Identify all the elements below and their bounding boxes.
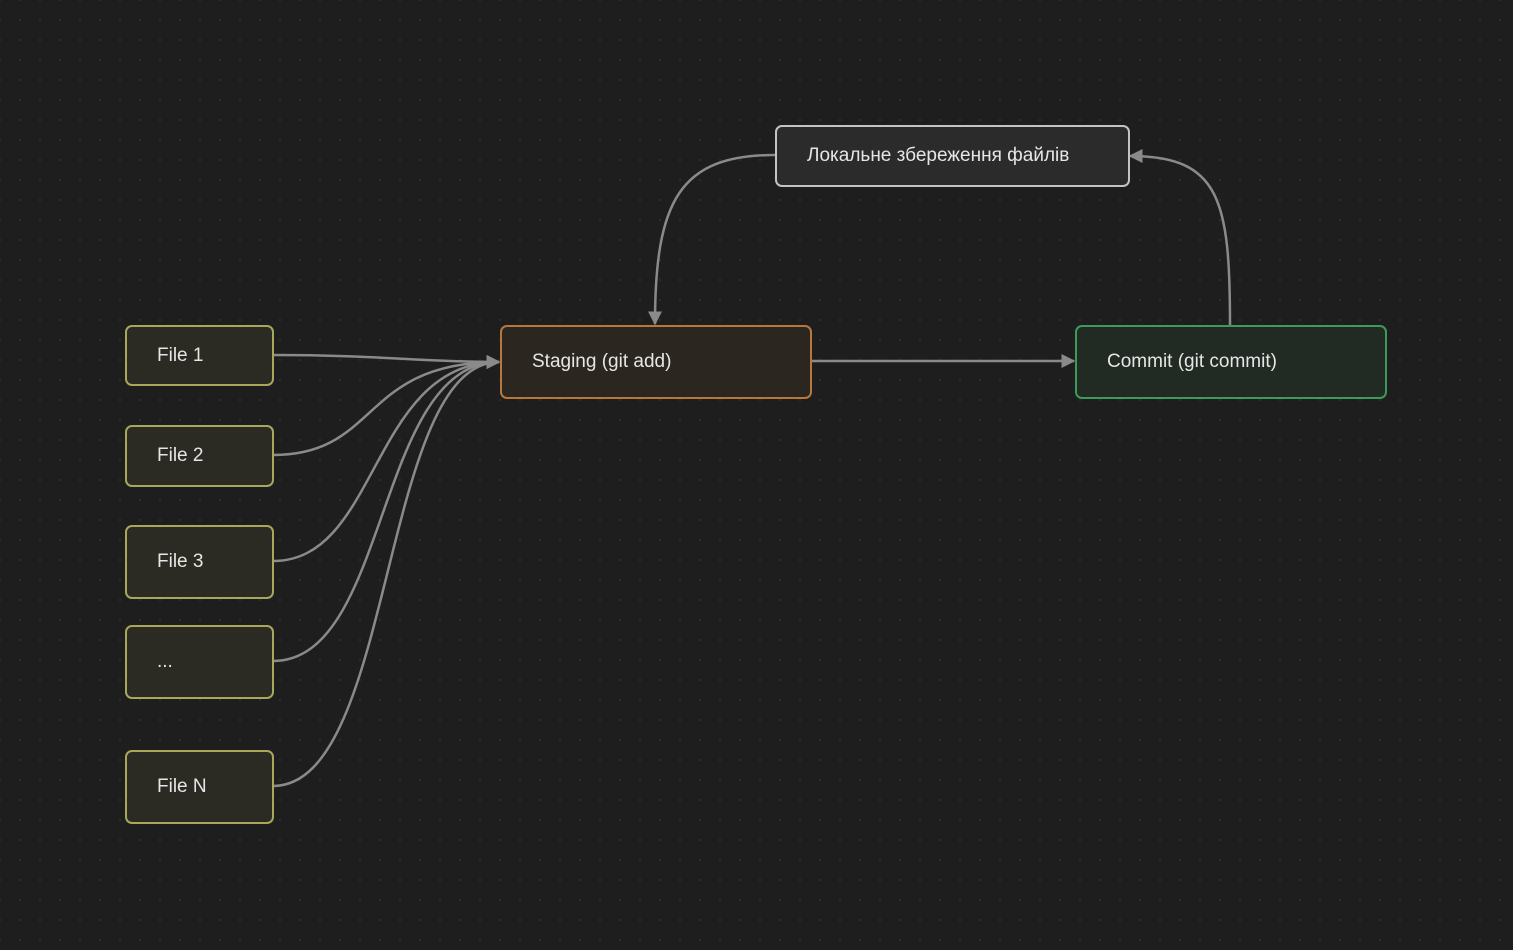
file-1-node[interactable]: File 1 <box>125 325 274 386</box>
file-n-label: File N <box>157 776 207 797</box>
local-storage-node[interactable]: Локальне збереження файлів <box>775 125 1130 187</box>
edge-fileN-to-staging[interactable] <box>272 355 501 788</box>
diagram-canvas: Локальне збереження файлів Staging (git … <box>0 0 1513 950</box>
edge-file3-to-staging[interactable] <box>272 355 501 563</box>
staging-node[interactable]: Staging (git add) <box>500 325 812 399</box>
commit-label: Commit (git commit) <box>1107 351 1277 372</box>
file-2-label: File 2 <box>157 445 204 466</box>
commit-node[interactable]: Commit (git commit) <box>1075 325 1387 399</box>
edge-file2-to-staging[interactable] <box>272 355 501 457</box>
file-n-node[interactable]: File N <box>125 750 274 824</box>
file-ellipsis-node[interactable]: ... <box>125 625 274 699</box>
local-storage-label: Локальне збереження файлів <box>807 145 1070 166</box>
edge-file1-to-staging[interactable] <box>272 353 501 369</box>
staging-label: Staging (git add) <box>532 351 672 372</box>
file-3-node[interactable]: File 3 <box>125 525 274 599</box>
edge-local-to-staging[interactable] <box>648 153 776 326</box>
edge-ellipsis-to-staging[interactable] <box>272 355 501 663</box>
file-ellipsis-label: ... <box>157 651 173 672</box>
file-2-node[interactable]: File 2 <box>125 425 274 487</box>
file-3-label: File 3 <box>157 551 204 572</box>
edge-commit-to-local[interactable] <box>1128 149 1232 326</box>
file-1-label: File 1 <box>157 344 204 366</box>
